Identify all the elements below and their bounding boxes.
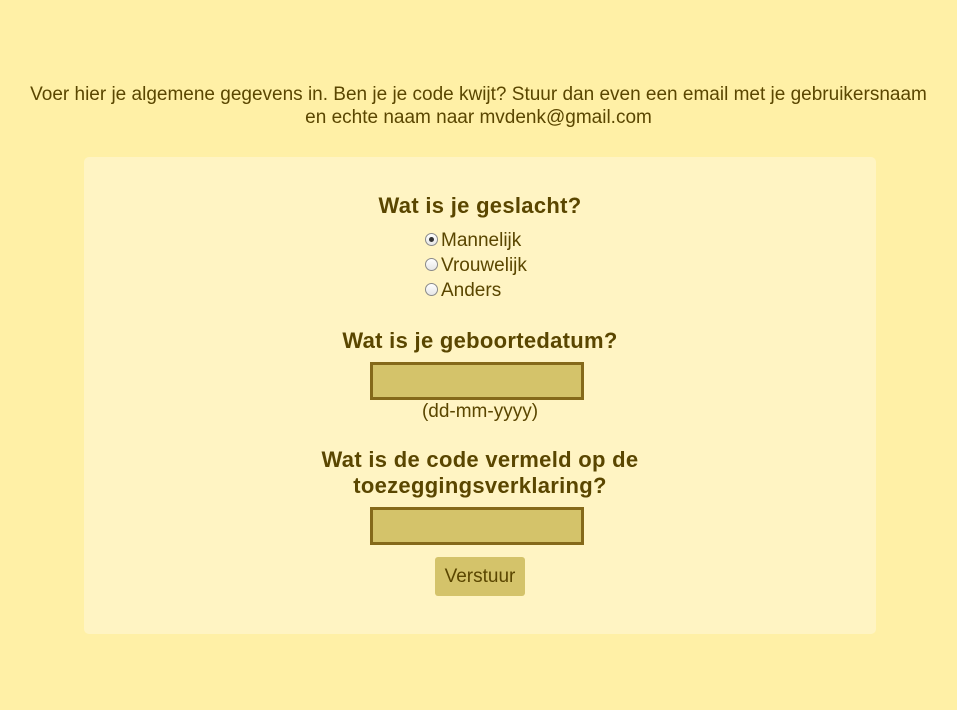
radio-button-other[interactable] (425, 283, 438, 296)
code-question-line-2: toezeggingsverklaring? (353, 473, 607, 498)
gender-question: Wat is je geslacht? (378, 193, 582, 218)
intro-text: Voer hier je algemene gegevens in. Ben j… (0, 83, 957, 129)
birthdate-input[interactable] (370, 362, 584, 400)
intro-line-2: en echte naam naar mvdenk@gmail.com (305, 107, 652, 128)
gender-option-other-label: Anders (441, 279, 502, 301)
page: Voer hier je algemene gegevens in. Ben j… (0, 0, 957, 710)
birthdate-format-hint: (dd-mm-yyyy) (421, 401, 539, 422)
birthdate-question: Wat is je geboortedatum? (342, 328, 618, 353)
gender-option-male-label: Mannelijk (441, 229, 522, 251)
gender-radio-group: Mannelijk Vrouwelijk Anders (425, 228, 527, 303)
gender-option-male[interactable]: Mannelijk (425, 228, 527, 253)
intro-line-1: Voer hier je algemene gegevens in. Ben j… (30, 84, 927, 105)
radio-button-female[interactable] (425, 258, 438, 271)
gender-option-female-label: Vrouwelijk (441, 254, 527, 276)
radio-button-male[interactable] (425, 233, 438, 246)
code-input[interactable] (370, 507, 584, 545)
details-form-card: Wat is je geslacht? Mannelijk Vrouwelijk… (84, 157, 876, 634)
code-question-line-1: Wat is de code vermeld op de (321, 447, 639, 472)
code-question: Wat is de code vermeld op de toezeggings… (84, 447, 876, 499)
gender-option-female[interactable]: Vrouwelijk (425, 253, 527, 278)
gender-option-other[interactable]: Anders (425, 278, 527, 303)
submit-button[interactable]: Verstuur (435, 557, 525, 596)
